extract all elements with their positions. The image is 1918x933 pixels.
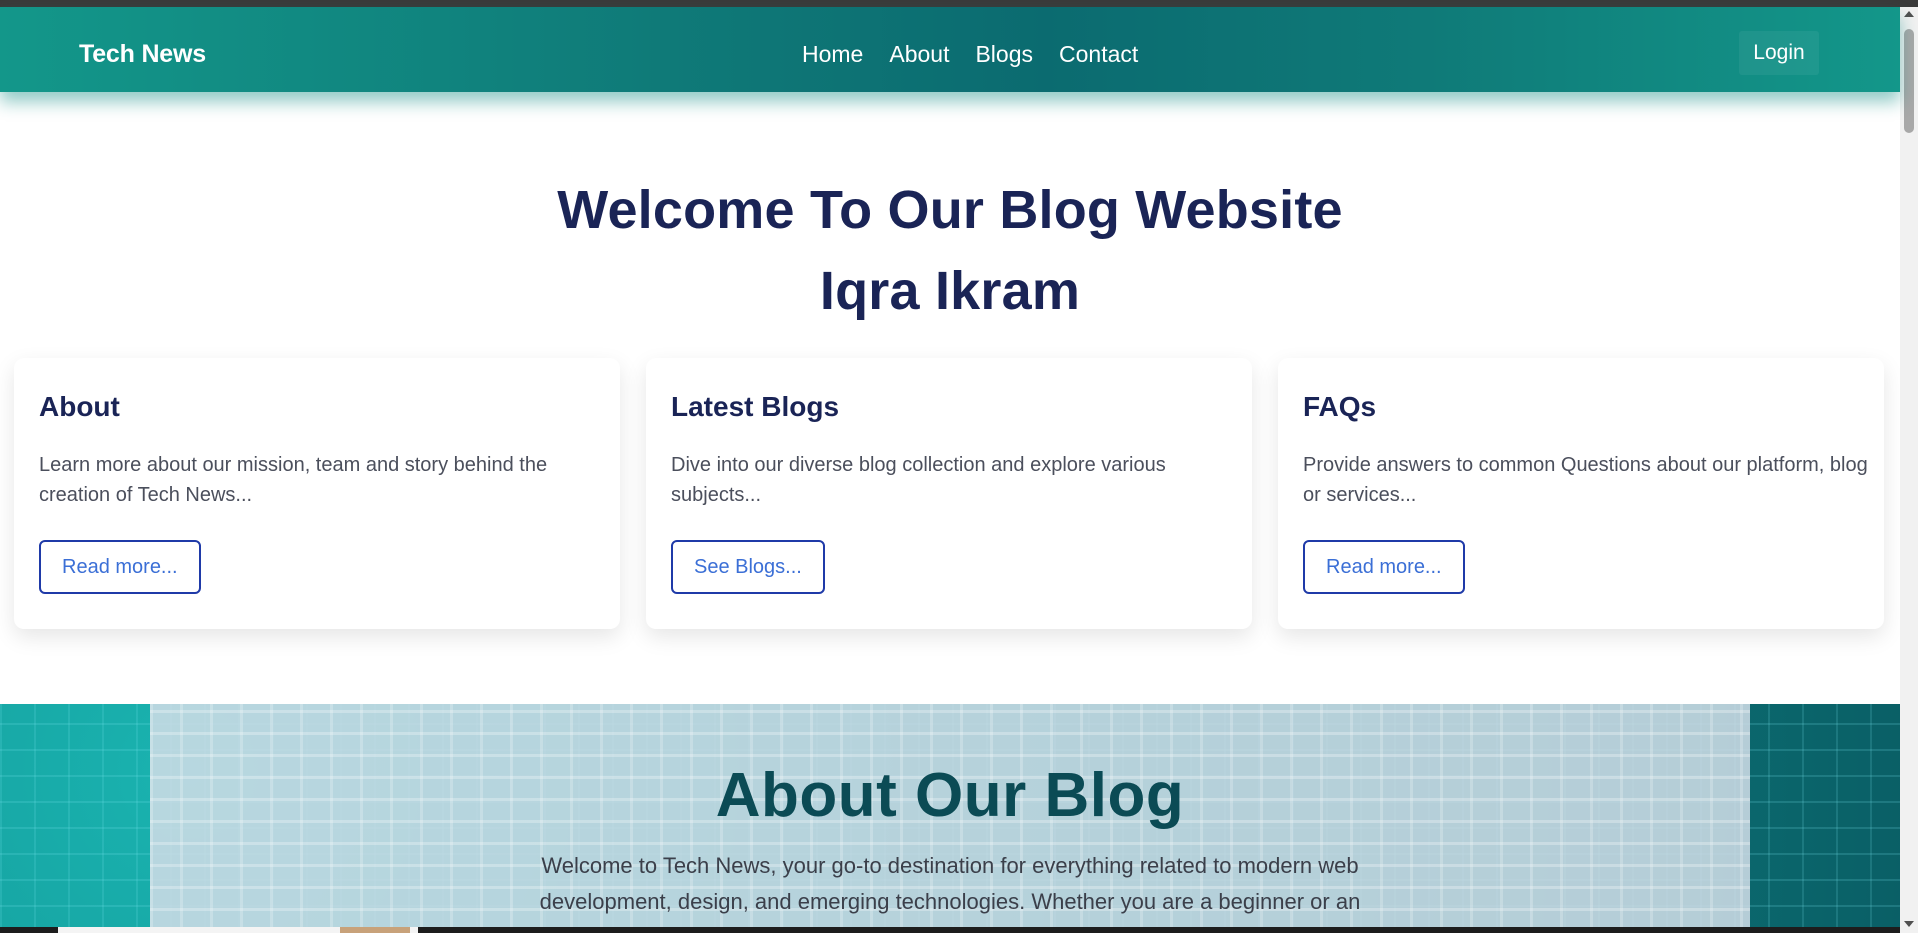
scroll-up-arrow-icon[interactable] xyxy=(1904,11,1914,17)
nav-link-blogs[interactable]: Blogs xyxy=(975,41,1033,68)
card-title: About xyxy=(39,391,120,422)
page-scrollbar[interactable] xyxy=(1900,7,1918,933)
card-about: About Learn more about our mission, team… xyxy=(14,358,620,629)
bottom-strip xyxy=(0,927,1900,933)
navbar: Tech News Home About Blogs Contact Login xyxy=(0,7,1900,92)
card-faqs: FAQs Provide answers to common Questions… xyxy=(1278,358,1884,629)
nav-link-home[interactable]: Home xyxy=(802,41,863,68)
card-text: Learn more about our mission, team and s… xyxy=(39,454,548,506)
brand-logo[interactable]: Tech News xyxy=(79,40,206,69)
about-title: About Our Blog xyxy=(715,761,1185,830)
nav-link-about[interactable]: About xyxy=(889,41,949,68)
nav-link-contact[interactable]: Contact xyxy=(1059,41,1138,68)
hero-section: Welcome To Our Blog Website Iqra Ikram xyxy=(0,170,1900,332)
nav-links: Home About Blogs Contact xyxy=(802,41,1138,68)
read-more-button[interactable]: Read more... xyxy=(39,540,201,594)
card-text: Provide answers to common Questions abou… xyxy=(1303,454,1868,506)
card-latest-blogs: Latest Blogs Dive into our diverse blog … xyxy=(646,358,1252,629)
see-blogs-button[interactable]: See Blogs... xyxy=(671,540,825,594)
card-text: Dive into our diverse blog collection an… xyxy=(671,454,1166,506)
scroll-down-arrow-icon[interactable] xyxy=(1904,921,1914,927)
about-text: Welcome to Tech News, your go-to destina… xyxy=(539,853,1361,914)
card-title: FAQs xyxy=(1303,391,1377,422)
browser-top-strip xyxy=(0,0,1918,7)
hero-title: Welcome To Our Blog Website xyxy=(557,180,1343,240)
hero-author: Iqra Ikram xyxy=(819,261,1081,321)
scroll-thumb[interactable] xyxy=(1904,29,1914,133)
about-panel: About Our Blog Welcome to Tech News, you… xyxy=(150,704,1750,933)
bottom-strip-segment xyxy=(340,927,410,933)
card-title: Latest Blogs xyxy=(671,391,840,422)
login-button[interactable]: Login xyxy=(1739,31,1819,75)
about-blog-section: About Our Blog Welcome to Tech News, you… xyxy=(0,704,1900,933)
read-more-button[interactable]: Read more... xyxy=(1303,540,1465,594)
